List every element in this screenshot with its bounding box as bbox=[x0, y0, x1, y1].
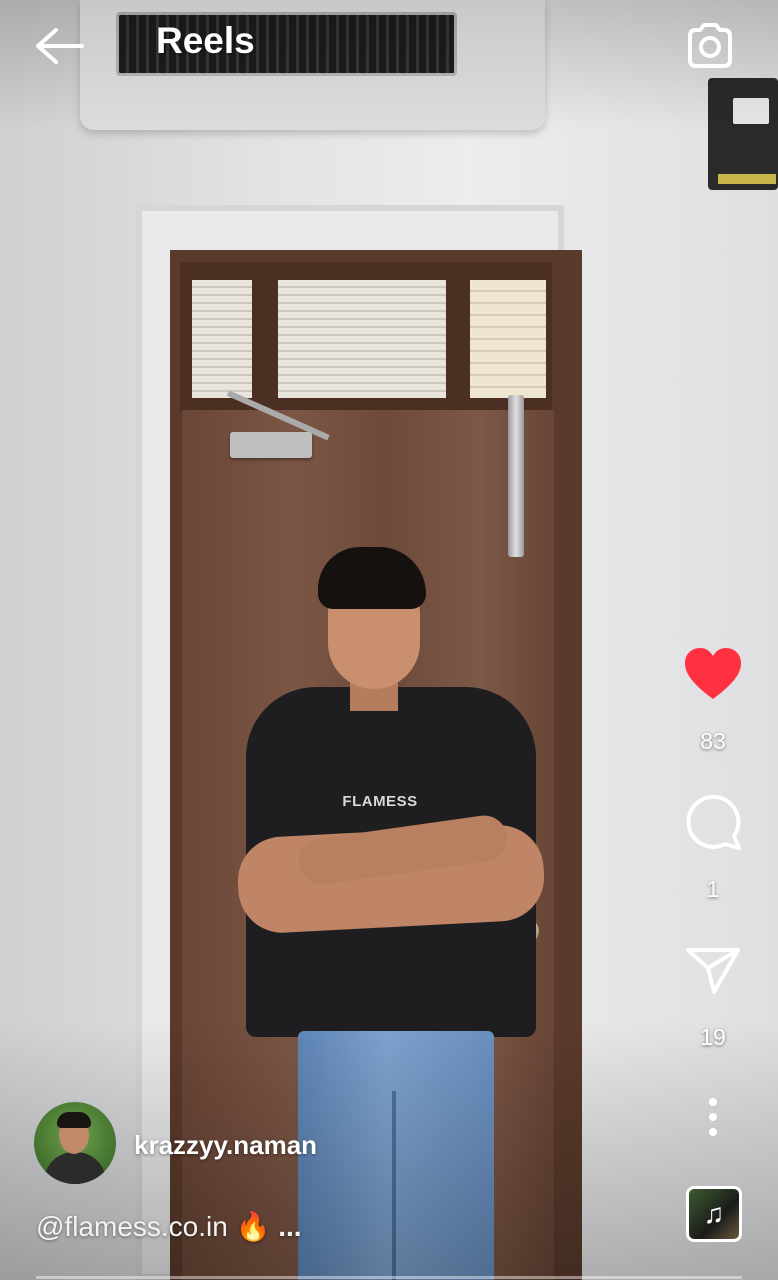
audio-button[interactable]: ♫ bbox=[686, 1186, 742, 1242]
share-count[interactable]: 19 bbox=[672, 1024, 754, 1051]
username[interactable]: krazzyy.naman bbox=[134, 1130, 317, 1161]
door-bolt bbox=[508, 395, 524, 557]
more-vertical-icon bbox=[709, 1098, 717, 1136]
share-button[interactable] bbox=[682, 940, 744, 1002]
back-button[interactable] bbox=[30, 24, 88, 68]
comment-button[interactable] bbox=[682, 790, 744, 852]
caption-more[interactable]: ... bbox=[278, 1211, 301, 1242]
caption[interactable]: @flamess.co.in 🔥 ... bbox=[36, 1210, 302, 1243]
more-options-button[interactable] bbox=[682, 1090, 744, 1152]
top-bar: Reels bbox=[0, 0, 778, 90]
like-button[interactable] bbox=[682, 644, 744, 706]
avatar[interactable] bbox=[34, 1102, 116, 1184]
camera-icon bbox=[688, 23, 732, 68]
comment-icon bbox=[686, 794, 741, 850]
caption-text: @flamess.co.in 🔥 bbox=[36, 1211, 271, 1242]
shirt-print: FLAMESS bbox=[342, 793, 418, 810]
heart-icon bbox=[685, 648, 741, 699]
back-arrow-icon bbox=[36, 28, 84, 64]
music-note-icon: ♫ bbox=[703, 1198, 725, 1229]
door-closer bbox=[230, 432, 312, 458]
send-icon bbox=[686, 948, 740, 994]
reel-video[interactable]: FLAMESS bbox=[0, 0, 778, 1280]
page-title: Reels bbox=[156, 20, 255, 61]
transom-window bbox=[180, 262, 552, 412]
comment-count[interactable]: 1 bbox=[672, 876, 754, 903]
camera-button[interactable] bbox=[682, 20, 736, 72]
video-progress-bar[interactable] bbox=[36, 1276, 742, 1279]
like-count[interactable]: 83 bbox=[672, 728, 754, 755]
